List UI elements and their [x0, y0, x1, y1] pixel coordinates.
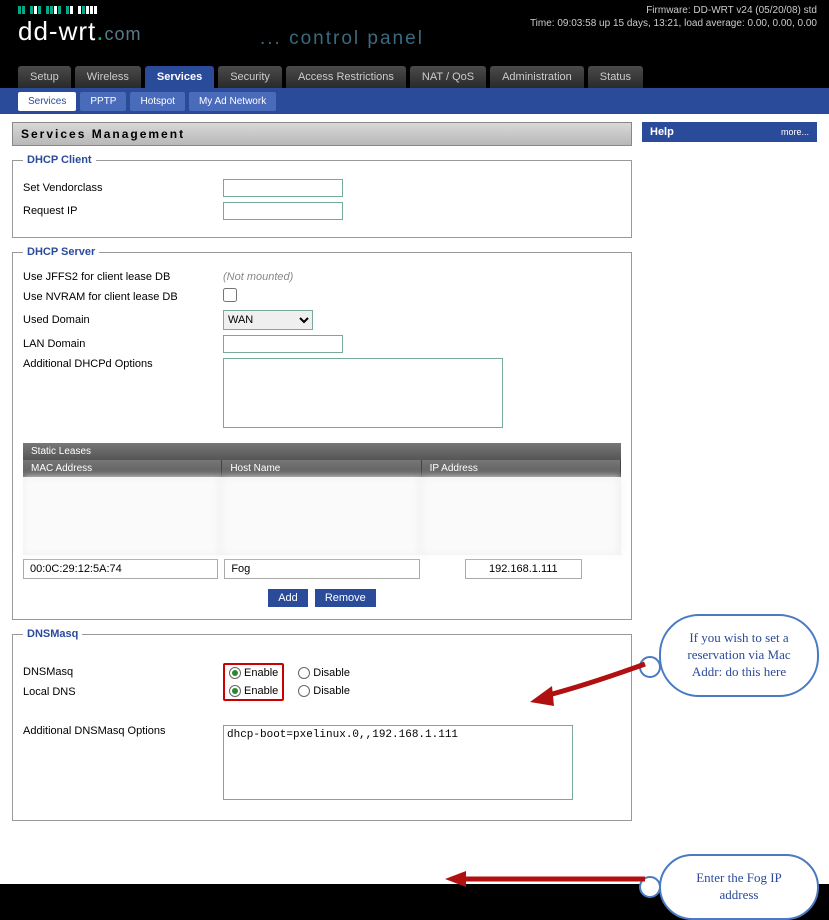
- dhcp-client-fieldset: DHCP Client Set Vendorclass Request IP: [12, 154, 632, 238]
- tab-setup[interactable]: Setup: [18, 66, 71, 88]
- callout-reservation: If you wish to set a reservation via Mac…: [659, 614, 819, 697]
- vendorclass-label: Set Vendorclass: [23, 182, 223, 194]
- page-title: Services Management: [12, 122, 632, 146]
- subtab-services[interactable]: Services: [18, 92, 76, 111]
- dnsmasq-options-textarea[interactable]: dhcp-boot=pxelinux.0,,192.168.1.111: [223, 725, 573, 800]
- remove-button[interactable]: Remove: [315, 589, 376, 607]
- lan-domain-label: LAN Domain: [23, 338, 223, 350]
- dhcp-server-legend: DHCP Server: [23, 246, 99, 258]
- enable-highlight-box: Enable Enable: [223, 663, 284, 701]
- static-leases-title: Static Leases: [23, 443, 621, 460]
- used-domain-label: Used Domain: [23, 314, 223, 326]
- localdns-enable-radio[interactable]: Enable: [229, 685, 278, 697]
- arrow-icon: [520, 654, 650, 714]
- lease-mac-input[interactable]: [23, 559, 218, 579]
- nvram-checkbox[interactable]: [223, 288, 237, 302]
- logo-text: dd-wrt.com: [18, 16, 142, 47]
- content: Services Management DHCP Client Set Vend…: [0, 114, 829, 884]
- header-status: Firmware: DD-WRT v24 (05/20/08) std Time…: [530, 4, 817, 30]
- help-title: Help: [650, 126, 674, 138]
- dhcp-client-legend: DHCP Client: [23, 154, 96, 166]
- dhcpd-options-textarea[interactable]: [223, 358, 503, 428]
- tab-wireless[interactable]: Wireless: [75, 66, 141, 88]
- col-host: Host Name: [222, 460, 421, 477]
- control-panel-text: ... control panel: [260, 28, 424, 50]
- tab-services[interactable]: Services: [145, 66, 214, 88]
- help-panel: Help more...: [642, 122, 817, 142]
- subtab-pptp[interactable]: PPTP: [80, 92, 126, 111]
- logo-dots: [18, 6, 142, 14]
- dnsmasq-label: DNSMasq: [23, 666, 223, 678]
- header: Firmware: DD-WRT v24 (05/20/08) std Time…: [0, 0, 829, 62]
- nvram-label: Use NVRAM for client lease DB: [23, 291, 223, 303]
- dnsmasq-enable-radio[interactable]: Enable: [229, 667, 278, 679]
- tab-status[interactable]: Status: [588, 66, 643, 88]
- jffs2-label: Use JFFS2 for client lease DB: [23, 271, 223, 283]
- jffs2-status: (Not mounted): [223, 271, 293, 283]
- vendorclass-input[interactable]: [223, 179, 343, 197]
- subtab-hotspot[interactable]: Hotspot: [130, 92, 184, 111]
- subtab-myadnetwork[interactable]: My Ad Network: [189, 92, 276, 111]
- add-button[interactable]: Add: [268, 589, 308, 607]
- help-more-link[interactable]: more...: [781, 127, 809, 137]
- dnsmasq-options-label: Additional DNSMasq Options: [23, 725, 223, 737]
- lan-domain-input[interactable]: [223, 335, 343, 353]
- requestip-label: Request IP: [23, 205, 223, 217]
- lease-ip-input[interactable]: [465, 559, 582, 579]
- logo: dd-wrt.com: [18, 6, 142, 47]
- tab-security[interactable]: Security: [218, 66, 282, 88]
- col-mac: MAC Address: [23, 460, 222, 477]
- main-tabs: Setup Wireless Services Security Access …: [0, 62, 829, 88]
- dnsmasq-legend: DNSMasq: [23, 628, 82, 640]
- dhcpd-options-label: Additional DHCPd Options: [23, 358, 223, 370]
- tab-access-restrictions[interactable]: Access Restrictions: [286, 66, 406, 88]
- tab-nat-qos[interactable]: NAT / QoS: [410, 66, 486, 88]
- localdns-label-real: Local DNS: [23, 686, 223, 698]
- arrow-icon: [440, 869, 650, 889]
- tab-administration[interactable]: Administration: [490, 66, 584, 88]
- lease-host-input[interactable]: [224, 559, 419, 579]
- static-leases-blurred: [23, 477, 621, 555]
- dhcp-server-fieldset: DHCP Server Use JFFS2 for client lease D…: [12, 246, 632, 620]
- static-leases: Static Leases MAC Address Host Name IP A…: [23, 443, 621, 607]
- col-ip: IP Address: [422, 460, 621, 477]
- localdns-disable-radio[interactable]: Disable: [298, 685, 350, 697]
- sub-tabs: Services PPTP Hotspot My Ad Network: [0, 88, 829, 114]
- firmware-text: Firmware: DD-WRT v24 (05/20/08) std: [530, 4, 817, 17]
- used-domain-select[interactable]: WAN: [223, 310, 313, 330]
- requestip-input[interactable]: [223, 202, 343, 220]
- time-text: Time: 09:03:58 up 15 days, 13:21, load a…: [530, 17, 817, 30]
- dnsmasq-disable-radio[interactable]: Disable: [298, 667, 350, 679]
